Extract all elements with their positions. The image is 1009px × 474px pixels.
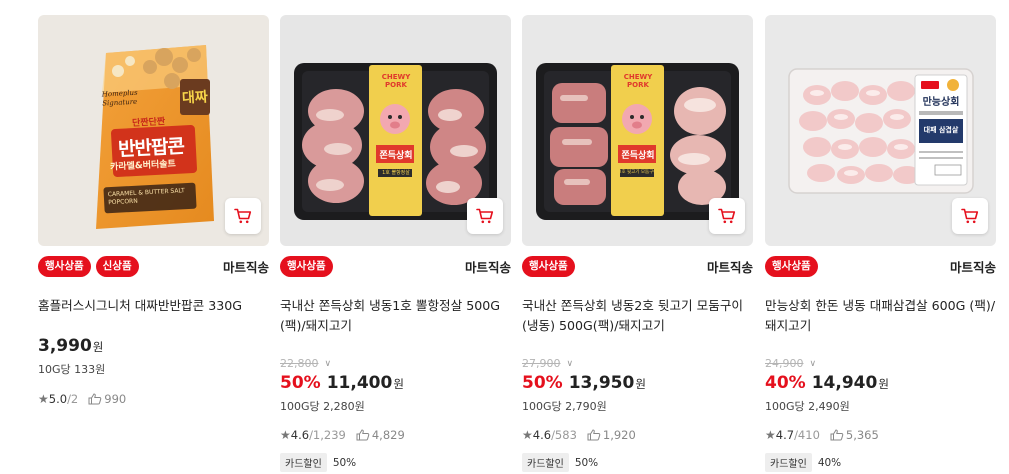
card-discount-rate: 50% xyxy=(574,456,599,469)
original-price: 24,900 ∨ xyxy=(765,357,817,370)
product-image[interactable]: CHEWY PORK 쫀득상회 1호 뽈항정살 xyxy=(280,15,511,246)
package-en: CHEWY PORK xyxy=(381,73,411,89)
price-row: 40% 14,940원 xyxy=(765,373,889,393)
star-icon: ★ xyxy=(38,392,49,406)
rating: ★5.0/2 xyxy=(38,392,79,406)
package-subtitle: 단짠단짠 xyxy=(131,117,166,129)
package-name: 쫀득상회 xyxy=(379,151,413,161)
seller-label: 마트직송 xyxy=(949,260,996,275)
cart-icon xyxy=(234,208,252,224)
original-price: 22,800 ∨ xyxy=(280,357,332,370)
product-title[interactable]: 국내산 쫀득상회 냉동2호 뒷고기 모둠구이(냉동) 500G(팩)/돼지고기 xyxy=(522,296,753,336)
add-to-cart-button[interactable] xyxy=(467,198,503,234)
cart-icon xyxy=(476,208,494,224)
badge-group: 행사상품 xyxy=(522,256,575,277)
price-row: 3,990원 xyxy=(38,336,103,356)
event-badge: 행사상품 xyxy=(765,256,818,277)
card-discount-tag: 카드할인 xyxy=(765,453,812,472)
sale-price: 11,400원 xyxy=(326,373,404,393)
rating-row: ★4.6/1,239 4,829 xyxy=(280,428,405,442)
product-card[interactable]: CHEWY PORK 쫀득상회 1호 뽈항정살 행사상품 마트직송 국내산 쫀득… xyxy=(280,15,511,472)
seller-label: 마트직송 xyxy=(464,260,511,275)
package-name: 만능상회 xyxy=(922,97,960,108)
seller-label: 마트직송 xyxy=(222,260,269,275)
product-image[interactable]: CHEWY PORK 쫀득상회 2호 뒷고기 모둠구이 xyxy=(522,15,753,246)
product-card[interactable]: CHEWY PORK 쫀득상회 2호 뒷고기 모둠구이 행사상품 마트직송 국내… xyxy=(522,15,753,472)
chevron-down-icon: ∨ xyxy=(566,358,574,369)
product-title[interactable]: 홈플러스시그니처 대짜반반팝콘 330G xyxy=(38,296,269,316)
rating-row: ★4.7/410 5,365 xyxy=(765,428,879,442)
price-row: 50% 11,400원 xyxy=(280,373,404,393)
star-icon: ★ xyxy=(280,428,291,442)
rating: ★4.6/583 xyxy=(522,428,577,442)
chevron-down-icon: ∨ xyxy=(809,358,817,369)
cart-icon xyxy=(718,208,736,224)
seller-label: 마트직송 xyxy=(706,260,753,275)
star-icon: ★ xyxy=(522,428,533,442)
new-badge: 신상품 xyxy=(95,256,139,277)
like-hand-icon xyxy=(587,429,601,441)
event-badge: 행사상품 xyxy=(522,256,575,277)
like-hand-icon xyxy=(830,429,844,441)
event-badge: 행사상품 xyxy=(280,256,333,277)
card-discount-tag: 카드할인 xyxy=(280,453,327,472)
badge-group: 행사상품 신상품 xyxy=(38,256,139,277)
discount-rate: 50% xyxy=(522,373,563,393)
product-grid: Homeplus Signature 대짜 단짠단짠 반반팝콘 카라멜&버터솔트… xyxy=(0,0,1009,474)
unit-price: 100G당 2,790원 xyxy=(522,400,607,413)
package-no: 2호 뒷고기 모둠구이 xyxy=(618,170,658,175)
like-hand-icon xyxy=(88,393,102,405)
original-price: 27,900 ∨ xyxy=(522,357,574,370)
package-sub: 대패 삼겹살 xyxy=(923,126,959,134)
product-card[interactable]: Homeplus Signature 대짜 단짠단짠 반반팝콘 카라멜&버터솔트… xyxy=(38,15,269,406)
likes[interactable]: 4,829 xyxy=(356,428,405,442)
package-big-label: 대짜 xyxy=(181,89,209,107)
discount-rate: 40% xyxy=(765,373,806,393)
add-to-cart-button[interactable] xyxy=(225,198,261,234)
likes[interactable]: 990 xyxy=(88,392,126,406)
unit-price: 10G당 133원 xyxy=(38,363,106,376)
product-card[interactable]: 만능상회 대패 삼겹살 행사상품 마트직송 만능상회 한돈 냉동 대패삼겹살 6… xyxy=(765,15,996,472)
rating-row: ★4.6/583 1,920 xyxy=(522,428,636,442)
star-icon: ★ xyxy=(765,428,776,442)
discount-rate: 50% xyxy=(280,373,321,393)
add-to-cart-button[interactable] xyxy=(709,198,745,234)
product-title[interactable]: 만능상회 한돈 냉동 대패삼겹살 600G (팩)/돼지고기 xyxy=(765,296,996,336)
price-row: 50% 13,950원 xyxy=(522,373,646,393)
unit-price: 100G당 2,490원 xyxy=(765,400,850,413)
product-title[interactable]: 국내산 쫀득상회 냉동1호 뽈항정살 500G (팩)/돼지고기 xyxy=(280,296,511,336)
like-hand-icon xyxy=(356,429,370,441)
card-discount-rate: 50% xyxy=(332,456,357,469)
package-no: 1호 뽈항정살 xyxy=(382,170,410,176)
package-name: 쫀득상회 xyxy=(621,151,655,161)
card-discount-tag: 카드할인 xyxy=(522,453,569,472)
package-en: CHEWY PORK xyxy=(623,73,653,89)
add-to-cart-button[interactable] xyxy=(952,198,988,234)
badge-group: 행사상품 xyxy=(280,256,333,277)
card-discount-row: 카드할인 50% xyxy=(280,453,356,472)
sale-price: 13,950원 xyxy=(568,373,646,393)
likes[interactable]: 1,920 xyxy=(587,428,636,442)
event-badge: 행사상품 xyxy=(38,256,91,277)
product-image[interactable]: Homeplus Signature 대짜 단짠단짠 반반팝콘 카라멜&버터솔트… xyxy=(38,15,269,246)
cart-icon xyxy=(961,208,979,224)
chevron-down-icon: ∨ xyxy=(324,358,332,369)
product-image[interactable]: 만능상회 대패 삼겹살 xyxy=(765,15,996,246)
rating: ★4.7/410 xyxy=(765,428,820,442)
card-discount-row: 카드할인 40% xyxy=(765,453,841,472)
card-discount-rate: 40% xyxy=(817,456,842,469)
likes[interactable]: 5,365 xyxy=(830,428,879,442)
sale-price: 14,940원 xyxy=(811,373,889,393)
package-brand: Homeplus Signature xyxy=(101,88,138,108)
card-discount-row: 카드할인 50% xyxy=(522,453,598,472)
unit-price: 100G당 2,280원 xyxy=(280,400,365,413)
rating: ★4.6/1,239 xyxy=(280,428,346,442)
badge-group: 행사상품 xyxy=(765,256,818,277)
rating-row: ★5.0/2 990 xyxy=(38,392,126,406)
sale-price: 3,990원 xyxy=(38,336,104,356)
